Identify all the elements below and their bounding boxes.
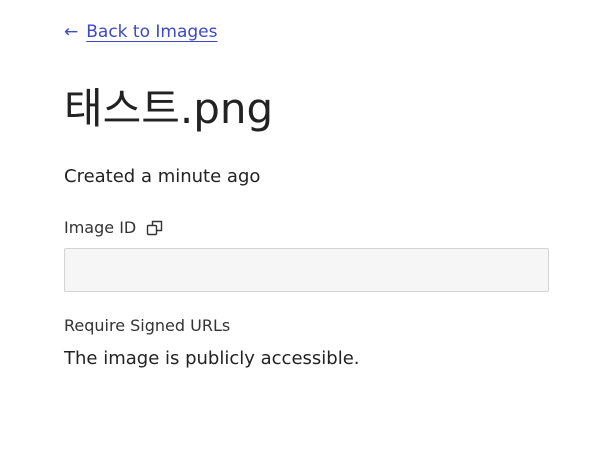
back-to-images-link[interactable]: ← Back to Images — [64, 22, 218, 42]
back-link-label: Back to Images — [86, 22, 218, 42]
arrow-left-icon: ← — [64, 21, 79, 42]
created-timestamp: Created a minute ago — [64, 166, 261, 187]
image-id-label-row: Image ID — [64, 218, 164, 237]
copy-icon[interactable] — [146, 219, 164, 237]
image-id-field[interactable] — [64, 248, 549, 292]
image-id-label: Image ID — [64, 218, 137, 237]
signed-urls-status: The image is publicly accessible. — [64, 348, 360, 369]
page-title: 태스트.png — [64, 84, 274, 133]
require-signed-urls-label: Require Signed URLs — [64, 316, 231, 335]
